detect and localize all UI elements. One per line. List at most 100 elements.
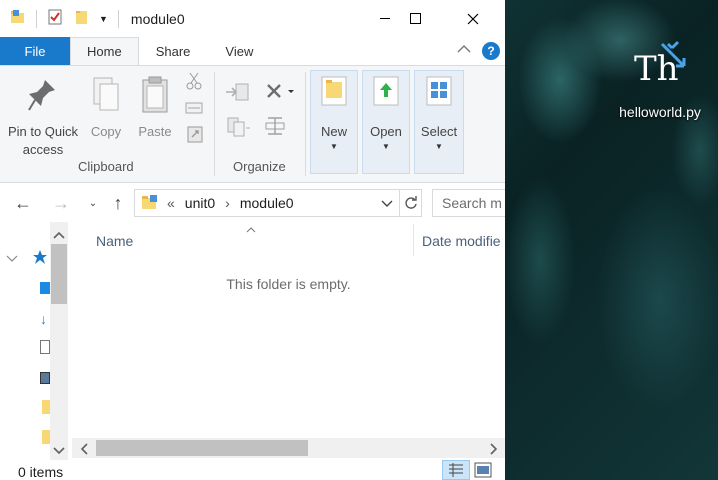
pin-label-line2: access <box>22 142 64 157</box>
copy-button[interactable]: Copy <box>86 76 126 139</box>
paste-shortcut-icon[interactable] <box>187 125 203 146</box>
customize-toolbar-icon[interactable]: ▼ <box>99 14 108 24</box>
address-bar-row: ← → ⌄ ↑ « unit0 › module0 Search m <box>0 183 505 223</box>
up-button[interactable]: ↑ <box>103 183 133 223</box>
horizontal-scrollbar[interactable] <box>72 438 505 458</box>
pin-to-quick-access-button[interactable]: Pin to Quick access <box>4 76 82 157</box>
move-to-icon[interactable] <box>224 82 252 107</box>
horizontal-scroll-thumb[interactable] <box>96 440 308 456</box>
breadcrumb-separator-icon: › <box>225 195 230 211</box>
ribbon: Pin to Quick access Copy Paste Clipboard <box>0 65 505 183</box>
search-input[interactable]: Search m <box>432 189 505 217</box>
new-label: New <box>320 124 347 139</box>
sort-indicator-icon <box>246 222 256 236</box>
new-dropdown-icon: ▼ <box>330 142 338 151</box>
open-icon <box>364 76 408 116</box>
minimize-icon <box>380 18 390 19</box>
paste-icon <box>134 76 176 120</box>
navigation-scrollbar[interactable] <box>50 222 68 460</box>
desktop-file-label: helloworld.py <box>619 104 701 120</box>
copy-label: Copy <box>90 124 122 139</box>
tab-home[interactable]: Home <box>70 37 139 65</box>
navigation-scroll-thumb[interactable] <box>51 244 67 304</box>
downloads-nav-icon[interactable]: ↓ <box>40 311 47 327</box>
new-folder-icon[interactable] <box>75 9 89 28</box>
new-item-icon <box>312 76 356 116</box>
paste-button[interactable]: Paste <box>134 76 176 139</box>
column-header-date-modified[interactable]: Date modifie <box>422 222 501 260</box>
organize-group-label: Organize <box>233 159 286 174</box>
close-icon <box>467 13 479 24</box>
scroll-right-icon[interactable] <box>490 443 498 458</box>
status-bar: 0 items <box>0 460 505 480</box>
address-dropdown-icon[interactable] <box>381 195 393 211</box>
copy-path-icon[interactable] <box>185 101 203 118</box>
large-icons-view-button[interactable] <box>474 462 492 480</box>
close-button[interactable] <box>450 0 496 37</box>
quick-access-star-icon[interactable] <box>32 249 48 268</box>
pin-label-line1: Pin to Quick <box>7 124 79 139</box>
details-view-icon <box>449 463 463 477</box>
desktop-file-helloworld[interactable]: Th helloworld.py <box>608 40 712 120</box>
forward-button[interactable]: → <box>46 183 76 223</box>
breadcrumb-unit0[interactable]: unit0 <box>185 195 215 211</box>
item-count: 0 items <box>18 464 64 480</box>
folder-location-icon <box>141 194 159 213</box>
copy-icon <box>86 76 126 120</box>
help-icon[interactable]: ? <box>482 42 500 60</box>
tab-share[interactable]: Share <box>139 37 208 65</box>
scroll-left-icon[interactable] <box>80 443 88 458</box>
copy-to-icon[interactable] <box>224 116 252 141</box>
back-arrow-icon: ← <box>14 192 32 213</box>
navigation-pane: ↓ <box>0 222 72 460</box>
large-icons-view-icon <box>474 462 492 478</box>
ribbon-tabs: File Home Share View ? <box>0 37 505 65</box>
empty-folder-message: This folder is empty. <box>226 276 351 292</box>
forward-arrow-icon: → <box>52 192 70 213</box>
open-dropdown-icon: ▼ <box>382 142 390 151</box>
desktop-nav-icon[interactable] <box>40 282 50 294</box>
open-label: Open <box>370 124 402 139</box>
title-bar: ▼ module0 <box>0 0 505 37</box>
breadcrumb-module0[interactable]: module0 <box>240 195 294 211</box>
details-view-button[interactable] <box>442 460 470 480</box>
folder-nav-icon[interactable] <box>42 430 50 444</box>
select-icon <box>416 76 462 116</box>
select-label: Select <box>420 124 458 139</box>
refresh-icon <box>404 196 417 209</box>
maximize-button[interactable] <box>392 0 438 37</box>
open-button[interactable]: Open ▼ <box>364 76 408 151</box>
folder-nav-icon[interactable] <box>42 400 50 414</box>
file-explorer-window: ▼ module0 File Home Share View ? Pin to … <box>0 0 505 480</box>
rename-icon[interactable] <box>264 116 286 139</box>
address-bar[interactable]: « unit0 › module0 <box>134 189 400 217</box>
window-title: module0 <box>130 10 185 27</box>
pin-icon <box>4 76 82 120</box>
column-divider[interactable] <box>413 224 414 256</box>
documents-nav-icon[interactable] <box>40 340 50 354</box>
clipboard-group-label: Clipboard <box>78 159 134 174</box>
pictures-nav-icon[interactable] <box>40 372 50 384</box>
properties-icon[interactable] <box>47 9 63 28</box>
tab-view[interactable]: View <box>207 37 271 65</box>
column-header-name[interactable]: Name <box>96 222 133 260</box>
tab-file[interactable]: File <box>0 37 70 65</box>
select-dropdown-icon: ▼ <box>435 142 443 151</box>
scroll-up-icon[interactable] <box>53 228 65 242</box>
file-list: Name Date modifie This folder is empty. <box>72 222 505 460</box>
breadcrumb-overflow[interactable]: « <box>167 195 175 211</box>
paste-label: Paste <box>138 124 172 139</box>
explorer-icon <box>10 9 26 28</box>
scroll-down-icon[interactable] <box>53 444 65 458</box>
select-button[interactable]: Select ▼ <box>416 76 462 151</box>
chevron-down-icon: ⌄ <box>88 197 98 209</box>
maximize-icon <box>409 13 421 24</box>
new-button[interactable]: New ▼ <box>312 76 356 151</box>
python-file-icon: Th <box>632 40 688 90</box>
delete-icon[interactable] <box>266 82 296 105</box>
collapse-ribbon-icon[interactable] <box>457 43 471 57</box>
refresh-button[interactable] <box>400 189 422 217</box>
back-button[interactable]: ← <box>8 183 38 223</box>
cut-icon[interactable] <box>186 72 202 93</box>
expand-chevron-icon[interactable] <box>6 252 18 266</box>
